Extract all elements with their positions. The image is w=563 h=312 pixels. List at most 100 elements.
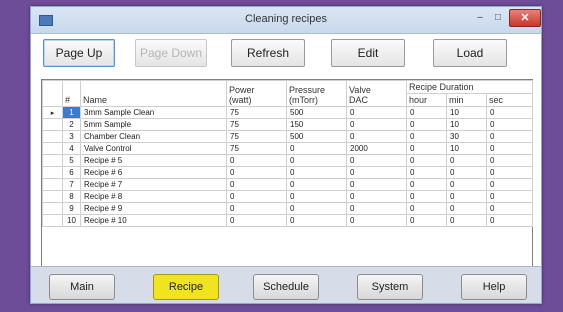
cell-num[interactable]: 6 xyxy=(62,166,81,179)
minimize-button[interactable]: – xyxy=(471,11,489,25)
cell-num[interactable]: 9 xyxy=(62,202,81,215)
cell-hour[interactable]: 0 xyxy=(406,178,447,191)
row-header-cell[interactable] xyxy=(42,214,63,227)
column-header-power[interactable]: Power (watt) xyxy=(226,80,287,107)
table-row[interactable]: 5 Recipe # 5000000 xyxy=(42,154,534,167)
close-button[interactable]: ✕ xyxy=(509,9,541,27)
cell-valve[interactable]: 0 xyxy=(346,118,407,131)
schedule-button[interactable]: Schedule xyxy=(253,274,319,300)
cell-hour[interactable]: 0 xyxy=(406,190,447,203)
page-down-button[interactable]: Page Down xyxy=(135,39,207,67)
cell-power[interactable]: 0 xyxy=(226,214,287,227)
table-row[interactable]: ▸ 1 3mm Sample Clean 75 500 0 0 10 0 xyxy=(42,106,534,119)
cell-num[interactable]: 8 xyxy=(62,190,81,203)
cell-power[interactable]: 0 xyxy=(226,202,287,215)
cell-pressure[interactable]: 0 xyxy=(286,214,347,227)
refresh-button[interactable]: Refresh xyxy=(231,39,305,67)
row-header-cell[interactable] xyxy=(42,154,63,167)
column-header-valve[interactable]: Valve DAC xyxy=(346,80,407,107)
cell-hour[interactable]: 0 xyxy=(406,166,447,179)
cell-hour[interactable]: 0 xyxy=(406,202,447,215)
cell-num[interactable]: 3 xyxy=(62,130,81,143)
cell-hour[interactable]: 0 xyxy=(406,214,447,227)
cell-valve[interactable]: 0 xyxy=(346,202,407,215)
column-header-number[interactable]: # xyxy=(62,80,81,107)
current-row-marker[interactable]: ▸ xyxy=(42,106,63,119)
row-header-cell[interactable] xyxy=(42,166,63,179)
row-header-cell[interactable] xyxy=(42,190,63,203)
cell-sec[interactable]: 0 xyxy=(485,202,534,215)
cell-pressure[interactable]: 500 xyxy=(286,106,347,119)
cell-sec[interactable]: 0 xyxy=(485,190,534,203)
cell-min[interactable]: 0 xyxy=(446,178,487,191)
cell-sec[interactable]: 0 xyxy=(485,214,534,227)
cell-pressure[interactable]: 0 xyxy=(286,178,347,191)
cell-sec[interactable]: 0 xyxy=(485,154,534,167)
cell-num[interactable]: 2 xyxy=(62,118,81,131)
cell-num[interactable]: 4 xyxy=(62,142,81,155)
page-up-button[interactable]: Page Up xyxy=(43,39,115,67)
column-header-min[interactable]: min xyxy=(446,93,487,107)
cell-sec[interactable]: 0 xyxy=(485,142,534,155)
table-row[interactable]: 9 Recipe # 9000000 xyxy=(42,202,534,215)
row-header-cell[interactable] xyxy=(42,202,63,215)
cell-name[interactable]: 3mm Sample Clean xyxy=(80,106,227,119)
cell-valve[interactable]: 0 xyxy=(346,178,407,191)
table-row[interactable]: 7 Recipe # 7000000 xyxy=(42,178,534,191)
cell-min[interactable]: 0 xyxy=(446,190,487,203)
cell-pressure[interactable]: 0 xyxy=(286,142,347,155)
cell-min[interactable]: 10 xyxy=(446,142,487,155)
cell-hour[interactable]: 0 xyxy=(406,118,447,131)
title-bar[interactable]: Cleaning recipes – □ ✕ xyxy=(31,7,541,34)
recipe-table[interactable]: # Name Power (watt) Pressure (mTorr) Val… xyxy=(41,79,534,273)
cell-min[interactable]: 10 xyxy=(446,106,487,119)
table-row[interactable]: 2 5mm Sample 75 150 0 0 10 0 xyxy=(42,118,534,131)
column-header-name[interactable]: Name xyxy=(80,80,227,107)
cell-min[interactable]: 0 xyxy=(446,154,487,167)
cell-power[interactable]: 75 xyxy=(226,130,287,143)
maximize-button[interactable]: □ xyxy=(489,11,507,25)
cell-sec[interactable]: 0 xyxy=(485,130,534,143)
cell-pressure[interactable]: 0 xyxy=(286,190,347,203)
cell-valve[interactable]: 0 xyxy=(346,214,407,227)
cell-pressure[interactable]: 0 xyxy=(286,202,347,215)
cell-name[interactable]: Recipe # 5 xyxy=(80,154,227,167)
cell-min[interactable]: 0 xyxy=(446,202,487,215)
cell-hour[interactable]: 0 xyxy=(406,154,447,167)
table-row[interactable]: 8 Recipe # 8000000 xyxy=(42,190,534,203)
cell-num[interactable]: 10 xyxy=(62,214,81,227)
cell-valve[interactable]: 0 xyxy=(346,154,407,167)
cell-name[interactable]: Recipe # 8 xyxy=(80,190,227,203)
cell-min[interactable]: 30 xyxy=(446,130,487,143)
cell-pressure[interactable]: 150 xyxy=(286,118,347,131)
table-row[interactable]: 10 Recipe # 10 0 0 0 0 0 0 xyxy=(42,214,534,227)
cell-num[interactable]: 1 xyxy=(62,106,81,119)
cell-sec[interactable]: 0 xyxy=(485,118,534,131)
cell-name[interactable]: Recipe # 9 xyxy=(80,202,227,215)
cell-min[interactable]: 0 xyxy=(446,214,487,227)
main-button[interactable]: Main xyxy=(49,274,115,300)
cell-power[interactable]: 75 xyxy=(226,106,287,119)
cell-sec[interactable]: 0 xyxy=(485,166,534,179)
cell-name[interactable]: Recipe # 6 xyxy=(80,166,227,179)
cell-name[interactable]: Valve Control xyxy=(80,142,227,155)
cell-min[interactable]: 0 xyxy=(446,166,487,179)
help-button[interactable]: Help xyxy=(461,274,527,300)
cell-valve[interactable]: 0 xyxy=(346,190,407,203)
cell-sec[interactable]: 0 xyxy=(485,178,534,191)
column-header-pressure[interactable]: Pressure (mTorr) xyxy=(286,80,347,107)
row-header-cell[interactable] xyxy=(42,130,63,143)
table-row[interactable]: 4 Valve Control 75 0 2000 0 10 0 xyxy=(42,142,534,155)
cell-power[interactable]: 75 xyxy=(226,118,287,131)
cell-power[interactable]: 0 xyxy=(226,166,287,179)
edit-button[interactable]: Edit xyxy=(331,39,405,67)
cell-hour[interactable]: 0 xyxy=(406,130,447,143)
cell-num[interactable]: 7 xyxy=(62,178,81,191)
cell-name[interactable]: Recipe # 7 xyxy=(80,178,227,191)
column-header-sec[interactable]: sec xyxy=(485,93,534,107)
cell-hour[interactable]: 0 xyxy=(406,106,447,119)
table-row[interactable]: 6 Recipe # 6000000 xyxy=(42,166,534,179)
cell-valve[interactable]: 2000 xyxy=(346,142,407,155)
cell-sec[interactable]: 0 xyxy=(485,106,534,119)
cell-pressure[interactable]: 0 xyxy=(286,166,347,179)
